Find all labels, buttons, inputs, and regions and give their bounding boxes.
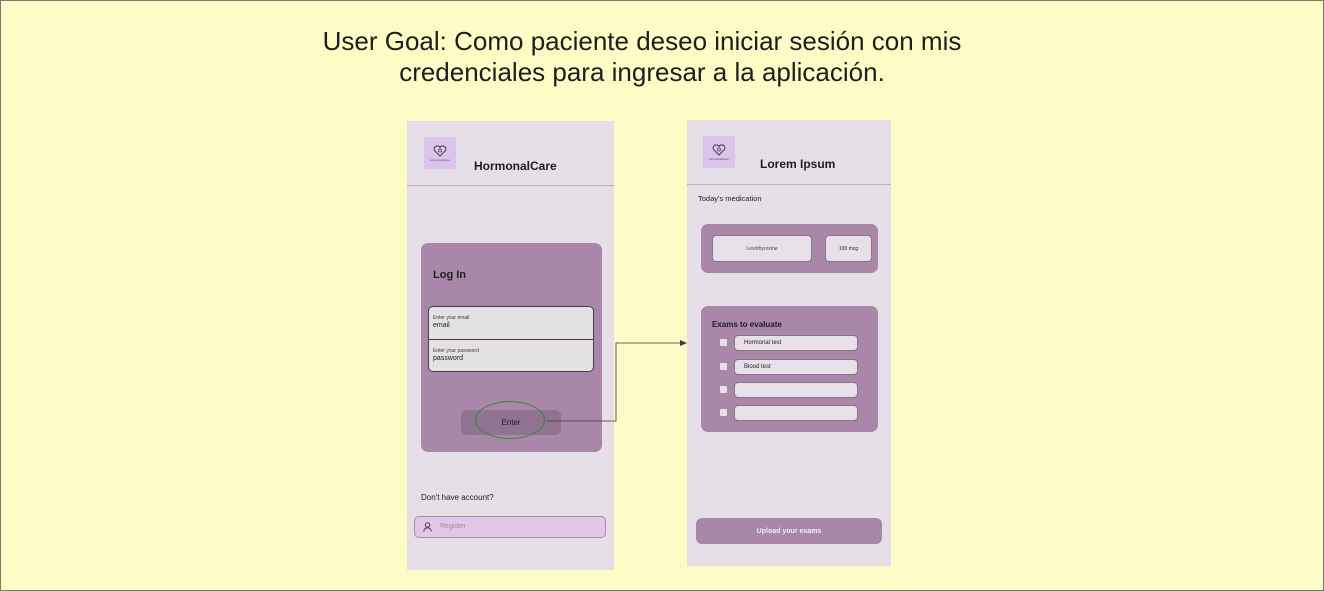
today-medication-label: Today's medication — [698, 194, 762, 203]
password-value: password — [433, 355, 463, 362]
exams-title: Exams to evaluate — [712, 320, 782, 329]
email-label: Enter your email — [433, 315, 470, 321]
no-account-text: Don't have account? — [421, 493, 494, 502]
exam-field[interactable]: Hormonal test — [734, 335, 858, 351]
exam-row — [701, 405, 878, 421]
credentials-group: Enter your email email Enter your passwo… — [428, 306, 594, 372]
exam-row: Hormonal test — [701, 335, 878, 351]
header-divider — [687, 184, 891, 185]
upload-exams-button[interactable]: Upload your exams — [696, 518, 882, 544]
app-logo: HormonalCare — [703, 136, 735, 168]
exam-checkbox[interactable] — [720, 409, 727, 416]
exam-row: Blood test — [701, 359, 878, 375]
register-button[interactable]: Register — [414, 516, 606, 538]
login-title: Log In — [433, 269, 466, 281]
register-label: Register — [440, 523, 467, 530]
exam-checkbox[interactable] — [720, 339, 727, 346]
login-card: Log In Enter your email email Enter your… — [421, 243, 602, 452]
exam-checkbox[interactable] — [720, 363, 727, 370]
medication-card: Levothyroxine 100 mcg — [701, 224, 878, 273]
user-icon — [423, 522, 432, 532]
heart-logo-icon — [712, 143, 726, 156]
enter-button[interactable]: Enter — [461, 410, 561, 435]
exam-field[interactable]: Blood test — [734, 359, 858, 375]
exams-card: Exams to evaluate Hormonal test Blood te… — [701, 306, 878, 432]
medication-name: Levothyroxine — [712, 235, 812, 262]
exam-checkbox[interactable] — [720, 386, 727, 393]
diagram-frame — [0, 0, 1324, 591]
exam-field[interactable] — [734, 405, 858, 421]
user-goal-text: User Goal: Como paciente deseo iniciar s… — [322, 26, 962, 87]
heart-logo-icon — [433, 144, 447, 157]
exam-field[interactable] — [734, 382, 858, 398]
flow-connector — [546, 340, 687, 422]
app-logo: HormonalCare — [424, 137, 456, 169]
header-divider — [407, 185, 614, 186]
screen-title: Lorem Ipsum — [760, 157, 836, 171]
password-field[interactable]: Enter your password password — [429, 339, 593, 371]
email-field[interactable]: Enter your email email — [429, 307, 593, 339]
email-value: email — [433, 322, 450, 329]
login-screen: HormonalCare HormonalCare Log In Enter y… — [407, 121, 614, 570]
logo-text: HormonalCare — [709, 156, 729, 161]
password-label: Enter your password — [433, 348, 479, 354]
arrow-icon — [680, 340, 687, 346]
app-title: HormonalCare — [474, 159, 557, 173]
exam-row — [701, 382, 878, 398]
medication-dose: 100 mcg — [825, 235, 872, 262]
logo-text: HormonalCare — [430, 157, 450, 162]
home-screen: HormonalCare Lorem Ipsum Today's medicat… — [687, 120, 891, 566]
